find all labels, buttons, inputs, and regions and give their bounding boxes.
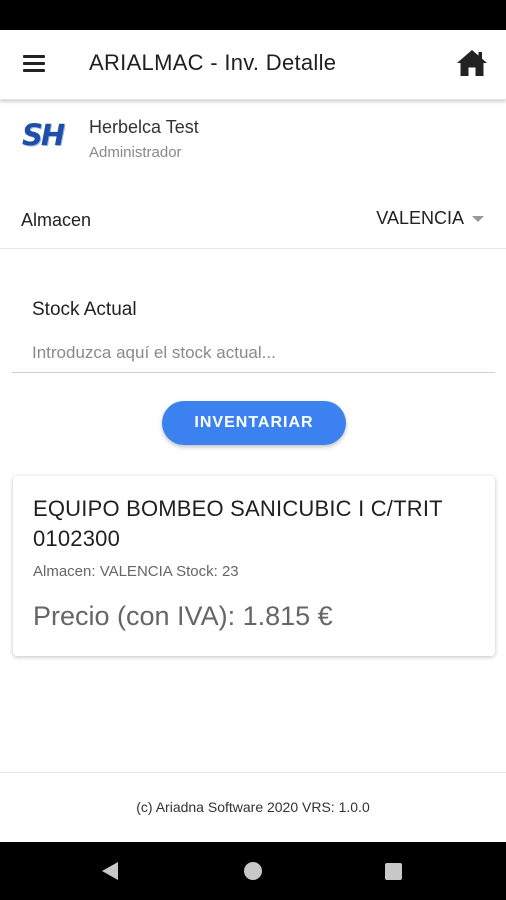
stock-label: Stock Actual — [32, 299, 137, 320]
footer: (c) Ariadna Software 2020 VRS: 1.0.0 — [0, 772, 506, 842]
product-card: EQUIPO BOMBEO SANICUBIC I C/TRIT 0102300… — [13, 476, 495, 656]
stock-input[interactable] — [12, 334, 495, 373]
product-price: Precio (con IVA): 1.815 € — [33, 601, 333, 631]
almacen-dropdown[interactable]: VALENCIA — [376, 208, 484, 229]
almacen-row: Almacen VALENCIA — [0, 195, 506, 249]
product-stock-detail: Almacen: VALENCIA Stock: 23 — [33, 563, 239, 580]
inventariar-button[interactable]: INVENTARIAR — [162, 401, 346, 445]
back-icon[interactable] — [102, 862, 118, 880]
status-bar — [0, 0, 506, 30]
recent-apps-icon[interactable] — [385, 863, 402, 880]
company-logo: SH — [22, 118, 65, 152]
hamburger-menu-icon[interactable] — [23, 55, 47, 75]
product-title: EQUIPO BOMBEO SANICUBIC I C/TRIT 0102300 — [33, 496, 443, 551]
system-nav-bar — [0, 842, 506, 900]
footer-text: (c) Ariadna Software 2020 VRS: 1.0.0 — [136, 799, 370, 815]
user-profile: SH Herbelca Test Administrador — [0, 110, 506, 170]
user-role: Administrador — [89, 144, 182, 161]
almacen-label: Almacen — [21, 210, 92, 230]
page-title: ARIALMAC - Inv. Detalle — [89, 50, 337, 75]
chevron-down-icon — [472, 215, 484, 222]
app-bar: ARIALMAC - Inv. Detalle — [0, 30, 506, 100]
almacen-selected-value: VALENCIA — [376, 208, 464, 228]
nav-home-icon[interactable] — [244, 862, 262, 880]
home-icon[interactable] — [456, 48, 488, 78]
user-name: Herbelca Test — [89, 117, 199, 137]
